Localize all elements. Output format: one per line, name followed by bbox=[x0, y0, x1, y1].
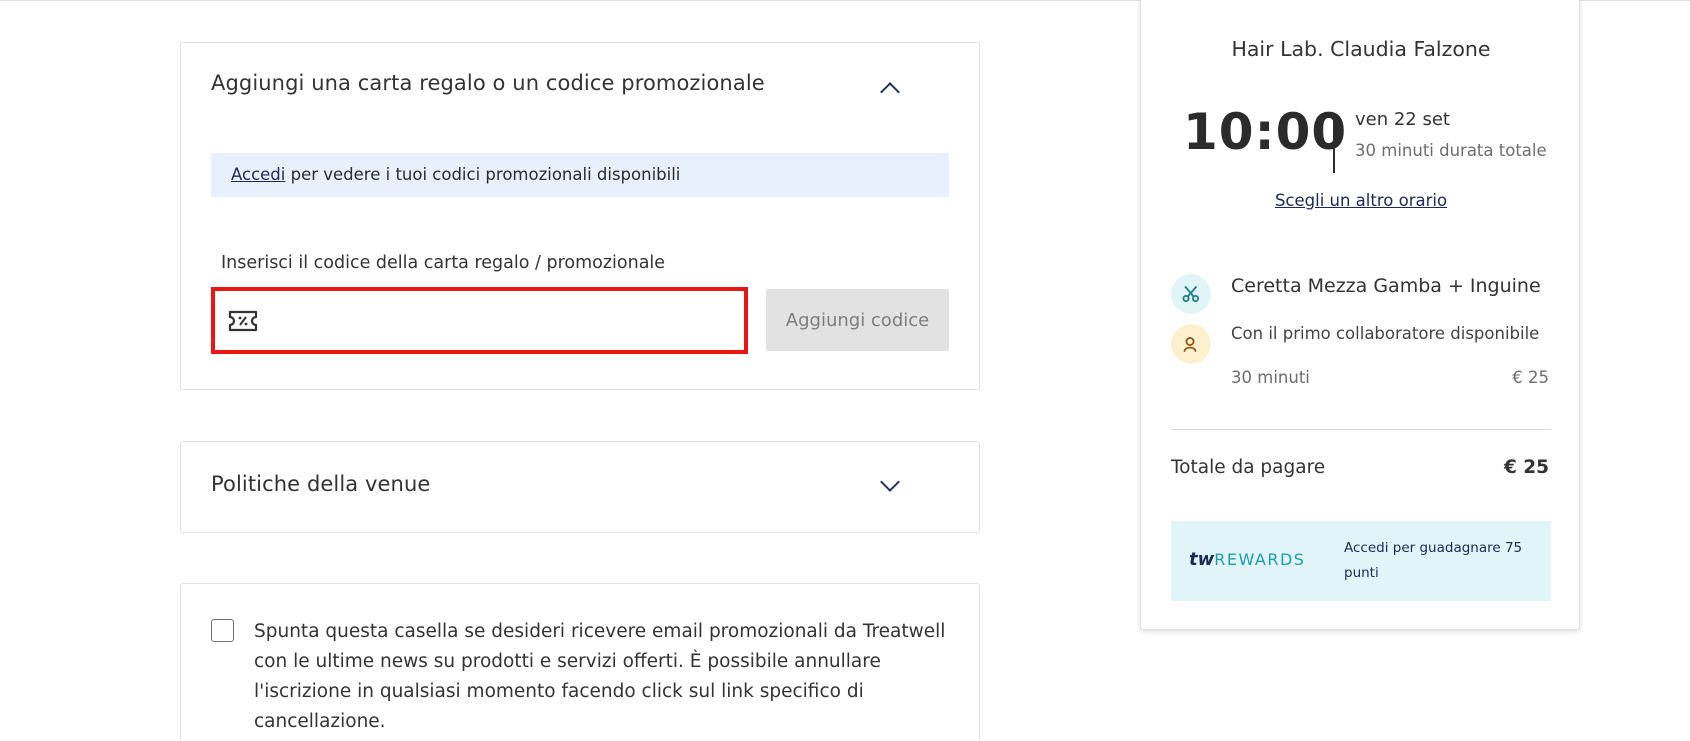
booking-summary: Hair Lab. Claudia Falzone 10:00 ven 22 s… bbox=[1140, 0, 1580, 630]
venue-policy-card[interactable]: Politiche della venue bbox=[180, 441, 980, 533]
service-duration: 30 minuti bbox=[1231, 368, 1310, 387]
chevron-down-icon[interactable] bbox=[880, 472, 900, 492]
marketing-consent-text: Spunta questa casella se desideri riceve… bbox=[254, 621, 946, 732]
rewards-logo-word: REWARDS bbox=[1214, 550, 1306, 569]
rewards-logo: twREWARDS bbox=[1189, 549, 1305, 570]
change-time-link[interactable]: Scegli un altro orario bbox=[1141, 191, 1581, 210]
service-name: Ceretta Mezza Gamba + Inguine bbox=[1231, 275, 1541, 297]
summary-divider bbox=[1171, 429, 1551, 430]
code-field-label: Inserisci il codice della carta regalo /… bbox=[221, 253, 666, 273]
add-code-button[interactable]: Aggiungi codice bbox=[766, 289, 949, 351]
rewards-banner[interactable]: twREWARDS Accedi per guadagnare 75 punti bbox=[1171, 521, 1551, 601]
staff-assignment: Con il primo collaboratore disponibile bbox=[1231, 324, 1540, 343]
login-link[interactable]: Accedi bbox=[231, 165, 285, 184]
code-input-wrapper[interactable] bbox=[211, 287, 748, 354]
promo-section-title[interactable]: Aggiungi una carta regalo o un codice pr… bbox=[211, 71, 765, 95]
marketing-consent-checkbox[interactable] bbox=[211, 619, 234, 642]
rewards-text[interactable]: Accedi per guadagnare 75 punti bbox=[1344, 536, 1539, 586]
policy-section-title[interactable]: Politiche della venue bbox=[211, 472, 430, 496]
appointment-date: ven 22 set bbox=[1355, 109, 1450, 130]
time-divider bbox=[1333, 113, 1335, 173]
total-duration: 30 minuti durata totale bbox=[1355, 141, 1547, 160]
chevron-up-icon[interactable] bbox=[880, 82, 900, 102]
login-info-text: per vedere i tuoi codici promozionali di… bbox=[285, 165, 681, 184]
service-price: € 25 bbox=[1512, 368, 1549, 387]
total-label: Totale da pagare bbox=[1171, 457, 1326, 478]
rewards-logo-tw: tw bbox=[1189, 549, 1215, 570]
total-value: € 25 bbox=[1503, 457, 1549, 478]
marketing-consent-card: Spunta questa casella se desideri riceve… bbox=[180, 583, 980, 741]
promo-code-card: Aggiungi una carta regalo o un codice pr… bbox=[180, 42, 980, 390]
ticket-percent-icon bbox=[228, 310, 258, 332]
promo-code-input[interactable] bbox=[275, 291, 735, 350]
venue-name: Hair Lab. Claudia Falzone bbox=[1231, 37, 1491, 61]
appointment-time: 10:00 bbox=[1183, 103, 1348, 161]
person-icon bbox=[1171, 324, 1211, 364]
login-info-bar: Accedi per vedere i tuoi codici promozio… bbox=[211, 153, 949, 197]
scissors-icon bbox=[1171, 274, 1211, 314]
